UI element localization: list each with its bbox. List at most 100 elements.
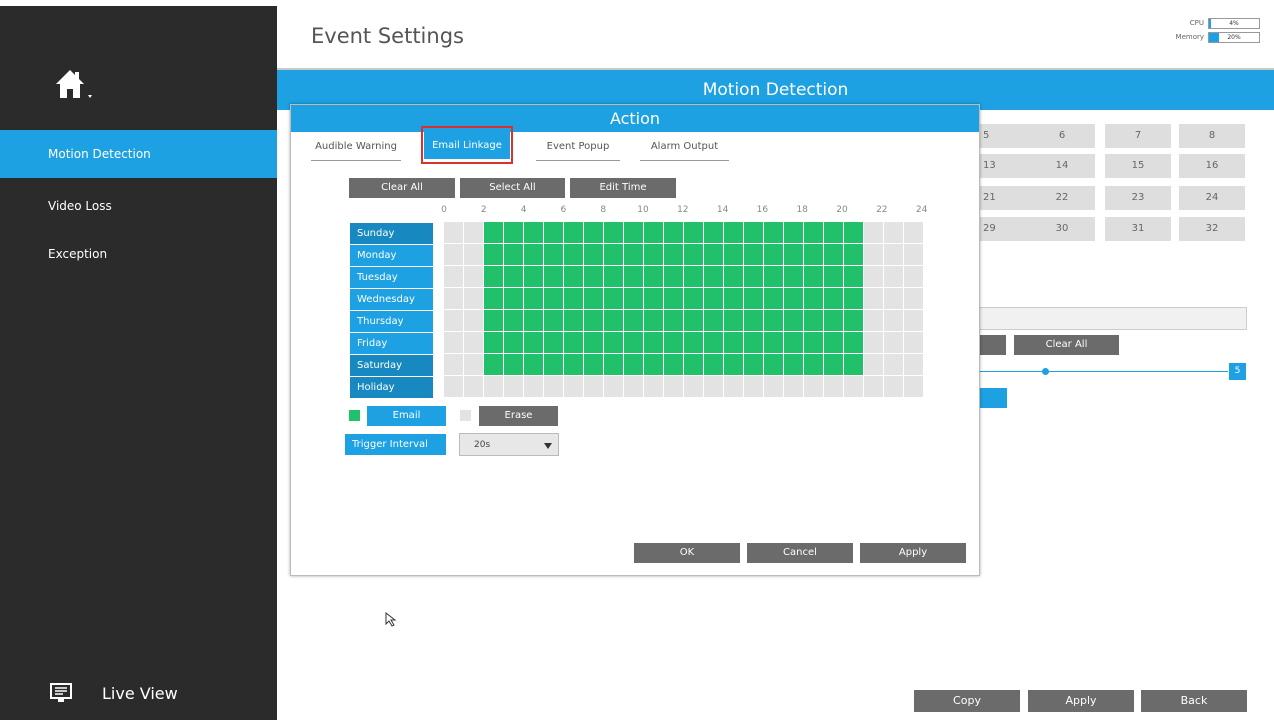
channel-button[interactable]: 31 xyxy=(1105,217,1171,241)
schedule-cell[interactable] xyxy=(464,222,483,243)
schedule-cell[interactable] xyxy=(444,376,463,397)
schedule-cell[interactable] xyxy=(624,376,643,397)
schedule-cell[interactable] xyxy=(464,354,483,375)
schedule-cell[interactable] xyxy=(504,310,523,331)
schedule-cell[interactable] xyxy=(764,332,783,353)
schedule-cell[interactable] xyxy=(484,266,503,287)
schedule-cell[interactable] xyxy=(704,310,723,331)
schedule-cell[interactable] xyxy=(724,266,743,287)
schedule-cell[interactable] xyxy=(664,354,683,375)
schedule-cell[interactable] xyxy=(584,332,603,353)
schedule-cell[interactable] xyxy=(804,376,823,397)
schedule-cell[interactable] xyxy=(824,310,843,331)
schedule-cell[interactable] xyxy=(504,354,523,375)
channel-button[interactable]: 6 xyxy=(1029,124,1095,148)
schedule-cell[interactable] xyxy=(464,266,483,287)
schedule-cell[interactable] xyxy=(464,288,483,309)
schedule-cell[interactable] xyxy=(484,332,503,353)
schedule-cell[interactable] xyxy=(904,376,923,397)
clear-all-region-button[interactable]: Clear All xyxy=(1014,335,1119,355)
schedule-cell[interactable] xyxy=(464,310,483,331)
schedule-cell[interactable] xyxy=(524,354,543,375)
schedule-cell[interactable] xyxy=(844,376,863,397)
erase-brush-button[interactable]: Erase xyxy=(479,406,558,426)
schedule-cell[interactable] xyxy=(864,288,883,309)
schedule-cell[interactable] xyxy=(444,244,463,265)
schedule-cell[interactable] xyxy=(584,266,603,287)
schedule-cell[interactable] xyxy=(544,376,563,397)
schedule-cell[interactable] xyxy=(664,288,683,309)
schedule-cell[interactable] xyxy=(784,244,803,265)
schedule-cell[interactable] xyxy=(524,266,543,287)
schedule-cell[interactable] xyxy=(724,354,743,375)
day-label-tuesday[interactable]: Tuesday xyxy=(350,267,433,288)
schedule-cell[interactable] xyxy=(764,376,783,397)
schedule-cell[interactable] xyxy=(864,332,883,353)
schedule-cell[interactable] xyxy=(824,266,843,287)
schedule-cell[interactable] xyxy=(604,222,623,243)
schedule-cell[interactable] xyxy=(864,354,883,375)
email-brush-button[interactable]: Email xyxy=(367,406,446,426)
schedule-cell[interactable] xyxy=(644,266,663,287)
schedule-cell[interactable] xyxy=(704,266,723,287)
schedule-cell[interactable] xyxy=(784,266,803,287)
live-view-button[interactable]: Live View xyxy=(50,676,178,710)
channel-button[interactable]: 30 xyxy=(1029,217,1095,241)
schedule-cell[interactable] xyxy=(804,222,823,243)
schedule-cell[interactable] xyxy=(744,376,763,397)
schedule-cell[interactable] xyxy=(904,244,923,265)
schedule-cell[interactable] xyxy=(484,310,503,331)
schedule-cell[interactable] xyxy=(764,266,783,287)
schedule-cell[interactable] xyxy=(604,288,623,309)
schedule-cell[interactable] xyxy=(664,266,683,287)
schedule-cell[interactable] xyxy=(524,288,543,309)
schedule-cell[interactable] xyxy=(464,332,483,353)
day-label-wednesday[interactable]: Wednesday xyxy=(350,289,433,310)
schedule-cell[interactable] xyxy=(704,332,723,353)
schedule-cell[interactable] xyxy=(824,354,843,375)
schedule-cell[interactable] xyxy=(604,310,623,331)
schedule-cell[interactable] xyxy=(584,222,603,243)
schedule-cell[interactable] xyxy=(724,332,743,353)
schedule-cell[interactable] xyxy=(504,266,523,287)
day-label-monday[interactable]: Monday xyxy=(350,245,433,266)
schedule-cell[interactable] xyxy=(644,354,663,375)
trigger-interval-select[interactable]: 20s xyxy=(459,433,559,456)
channel-button[interactable]: 7 xyxy=(1105,124,1171,148)
schedule-cell[interactable] xyxy=(844,332,863,353)
schedule-cell[interactable] xyxy=(744,310,763,331)
schedule-cell[interactable] xyxy=(624,354,643,375)
day-label-saturday[interactable]: Saturday xyxy=(350,355,433,376)
schedule-cell[interactable] xyxy=(524,244,543,265)
copy-button[interactable]: Copy xyxy=(914,690,1020,712)
schedule-cell[interactable] xyxy=(584,310,603,331)
schedule-cell[interactable] xyxy=(504,332,523,353)
schedule-cell[interactable] xyxy=(764,244,783,265)
schedule-cell[interactable] xyxy=(864,244,883,265)
schedule-cell[interactable] xyxy=(624,332,643,353)
schedule-cell[interactable] xyxy=(664,332,683,353)
schedule-cell[interactable] xyxy=(824,332,843,353)
channel-button[interactable]: 8 xyxy=(1179,124,1245,148)
schedule-cell[interactable] xyxy=(864,222,883,243)
schedule-cell[interactable] xyxy=(564,354,583,375)
schedule-cell[interactable] xyxy=(744,244,763,265)
schedule-cell[interactable] xyxy=(444,354,463,375)
channel-button[interactable]: 14 xyxy=(1029,154,1095,178)
schedule-cell[interactable] xyxy=(884,354,903,375)
schedule-cell[interactable] xyxy=(884,288,903,309)
schedule-cell[interactable] xyxy=(544,244,563,265)
schedule-cell[interactable] xyxy=(904,266,923,287)
schedule-cell[interactable] xyxy=(724,310,743,331)
schedule-cell[interactable] xyxy=(564,266,583,287)
day-label-thursday[interactable]: Thursday xyxy=(350,311,433,332)
schedule-cell[interactable] xyxy=(544,354,563,375)
sensitivity-slider-track[interactable] xyxy=(978,371,1228,372)
day-label-friday[interactable]: Friday xyxy=(350,333,433,354)
schedule-cell[interactable] xyxy=(684,332,703,353)
schedule-cell[interactable] xyxy=(784,288,803,309)
schedule-cell[interactable] xyxy=(864,310,883,331)
schedule-cell[interactable] xyxy=(904,222,923,243)
schedule-cell[interactable] xyxy=(544,288,563,309)
schedule-cell[interactable] xyxy=(904,332,923,353)
